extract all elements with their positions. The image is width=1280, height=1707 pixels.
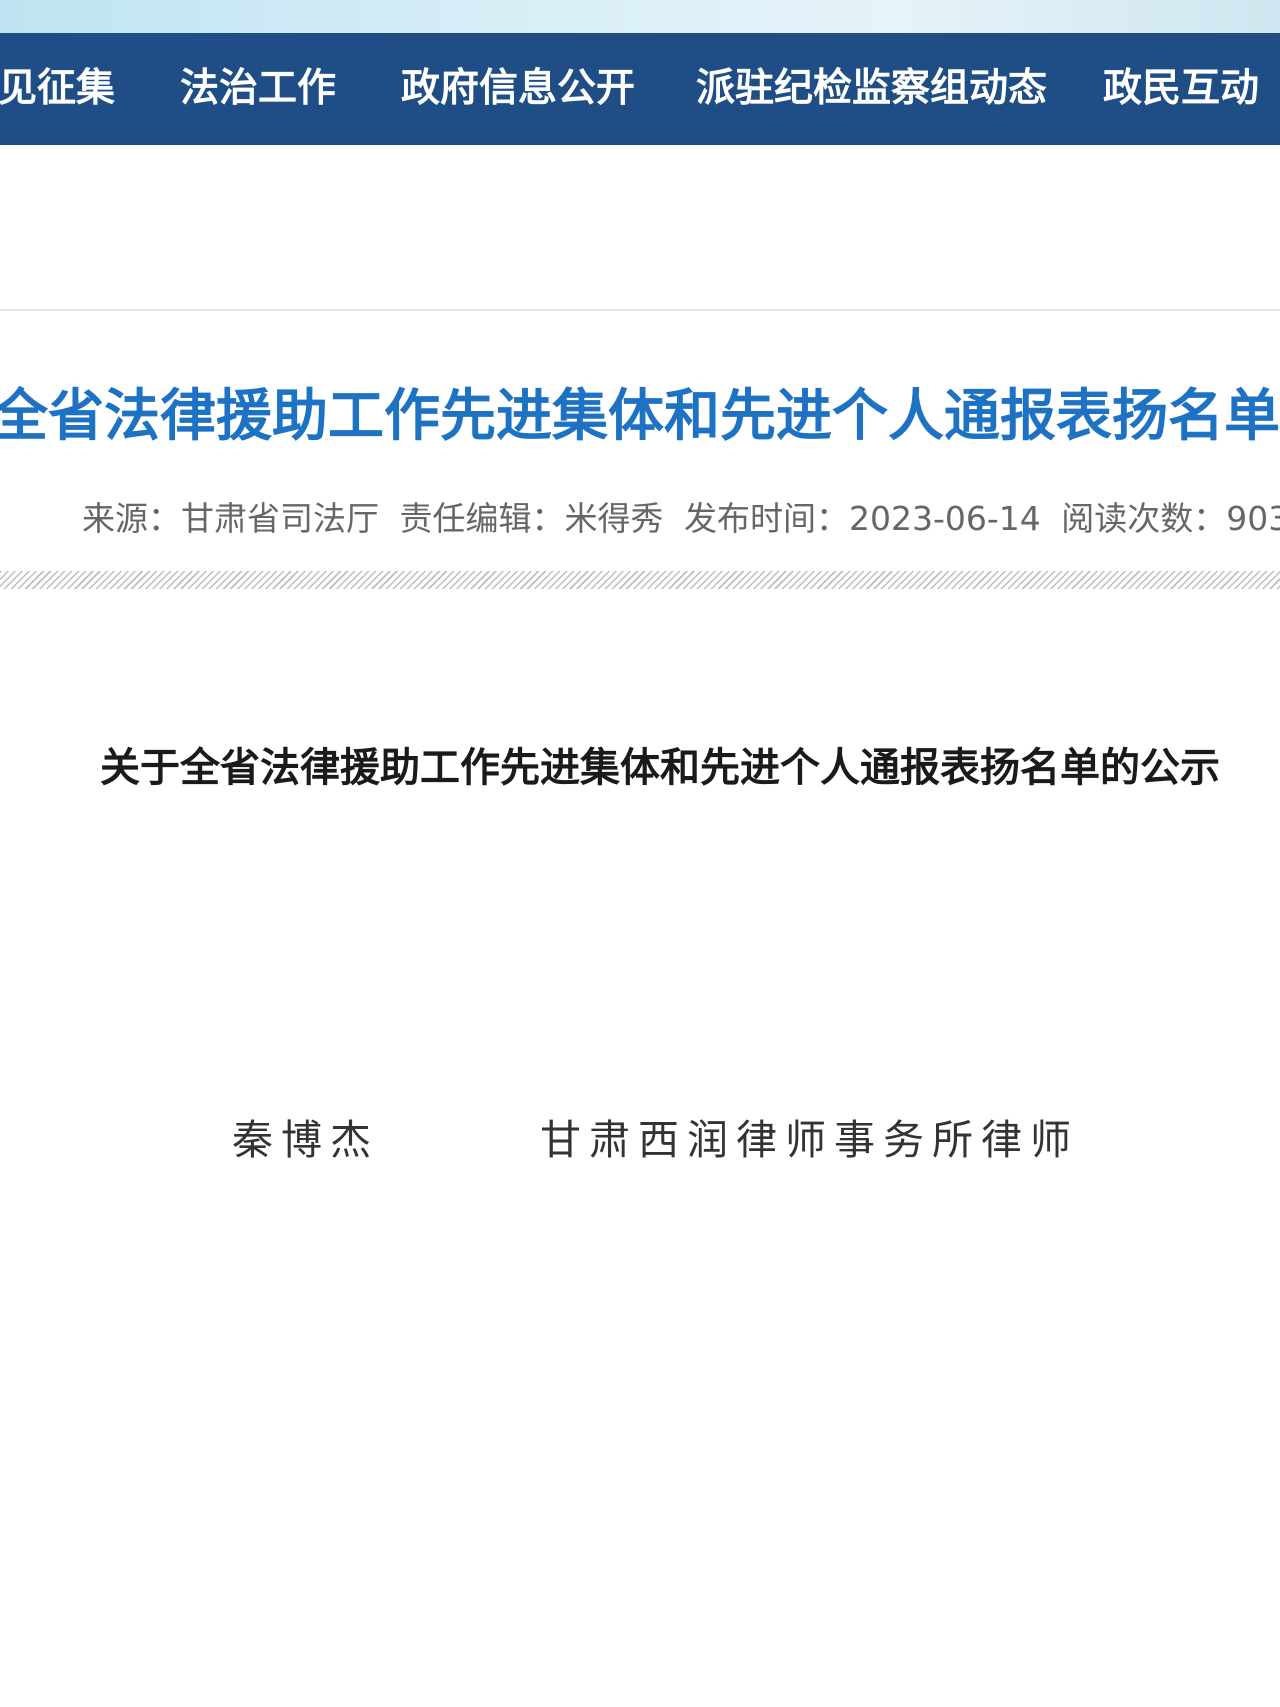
entry-organization: 甘肃西润律师事务所律师 — [540, 1116, 1079, 1164]
nav-item-public-interaction[interactable]: 政民互动 — [1103, 33, 1259, 145]
article-title: 全省法律援助工作先进集体和先进个人通报表扬名单 — [0, 384, 1280, 449]
entry-name: 秦博杰 — [232, 1116, 379, 1164]
main-nav: 见征集 法治工作 政府信息公开 派驻纪检监察组动态 政民互动 — [0, 33, 1280, 145]
meta-editor: 责任编辑：米得秀 — [399, 499, 664, 538]
hatched-divider — [0, 571, 1280, 589]
nav-item-opinion-collection[interactable]: 见征集 — [0, 33, 115, 145]
article-meta: 来源：甘肃省司法厅 责任编辑：米得秀 发布时间：2023-06-14 阅读次数：… — [82, 495, 1280, 543]
meta-published-date: 发布时间：2023-06-14 — [684, 499, 1041, 538]
meta-view-count: 阅读次数：903 — [1061, 499, 1280, 538]
document-title: 关于全省法律援助工作先进集体和先进个人通报表扬名单的公示 — [100, 745, 1220, 791]
header-banner — [0, 0, 1280, 33]
nav-item-discipline-inspection[interactable]: 派驻纪检监察组动态 — [696, 33, 1047, 145]
nav-item-rule-of-law-work[interactable]: 法治工作 — [180, 33, 336, 145]
meta-source: 来源：甘肃省司法厅 — [82, 499, 379, 538]
content-divider — [0, 309, 1280, 311]
nav-item-government-info[interactable]: 政府信息公开 — [401, 33, 635, 145]
